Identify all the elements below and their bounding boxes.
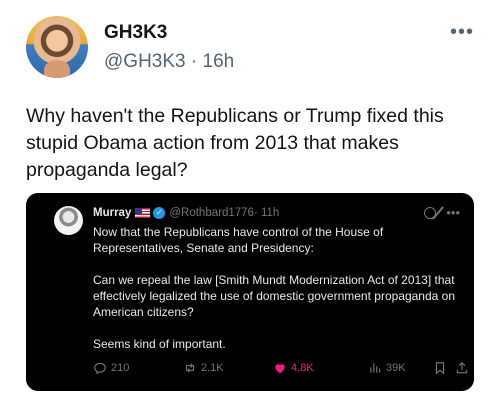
- reply-button[interactable]: 210: [93, 361, 129, 375]
- quoted-paragraph: Can we repeal the law [Smith Mundt Moder…: [93, 273, 456, 319]
- quoted-paragraph: Now that the Republicans have control of…: [93, 225, 384, 255]
- quoted-author-avatar[interactable]: [54, 206, 83, 235]
- quoted-post-time[interactable]: · 11h: [254, 207, 279, 219]
- bookmark-button[interactable]: [433, 361, 447, 375]
- quoted-post-header: Murray ✓ @Rothbard1776 · 11h: [93, 207, 279, 219]
- separator: ·: [185, 51, 203, 72]
- author-handle[interactable]: @GH3K3: [104, 51, 186, 72]
- views-icon: [370, 363, 381, 373]
- repost-icon: [185, 363, 195, 373]
- reply-icon: [94, 362, 106, 375]
- quoted-post-actions: 210 2.1K 4.8K 39K: [93, 361, 468, 379]
- quoted-post-body: Now that the Republicans have control of…: [93, 224, 463, 368]
- repost-count: 2.1K: [201, 362, 224, 374]
- quoted-author-name[interactable]: Murray: [93, 207, 131, 219]
- author-display-name[interactable]: GH3K3: [104, 22, 167, 44]
- quoted-paragraph: Seems kind of important.: [93, 337, 226, 351]
- share-icon: [456, 361, 468, 374]
- like-button[interactable]: 4.8K: [273, 361, 314, 375]
- views-button[interactable]: 39K: [368, 361, 406, 375]
- repost-button[interactable]: 2.1K: [183, 361, 224, 375]
- quoted-post-card[interactable]: Murray ✓ @Rothbard1776 · 11h ••• Now tha…: [26, 193, 474, 391]
- author-handle-row: @GH3K3 · 16h: [104, 51, 234, 73]
- verified-badge-icon: ✓: [153, 207, 166, 219]
- quoted-author-handle[interactable]: @Rothbard1776: [169, 207, 254, 219]
- more-options-icon[interactable]: •••: [450, 22, 474, 42]
- heart-icon: [275, 364, 285, 374]
- bookmark-icon: [435, 362, 445, 375]
- quoted-more-options-icon[interactable]: •••: [446, 205, 460, 220]
- post-header: GH3K3 @GH3K3 · 16h •••: [26, 16, 486, 86]
- view-count: 39K: [386, 362, 406, 374]
- grok-icon[interactable]: [424, 206, 437, 219]
- share-button[interactable]: [455, 361, 469, 375]
- quoted-post-top-icons: •••: [424, 205, 460, 220]
- like-count: 4.8K: [291, 362, 314, 374]
- author-avatar[interactable]: [26, 16, 88, 78]
- post-text: Why haven't the Republicans or Trump fix…: [26, 105, 444, 181]
- reply-count: 210: [111, 362, 130, 374]
- post-time[interactable]: 16h: [203, 51, 235, 72]
- us-flag-icon: [135, 208, 151, 218]
